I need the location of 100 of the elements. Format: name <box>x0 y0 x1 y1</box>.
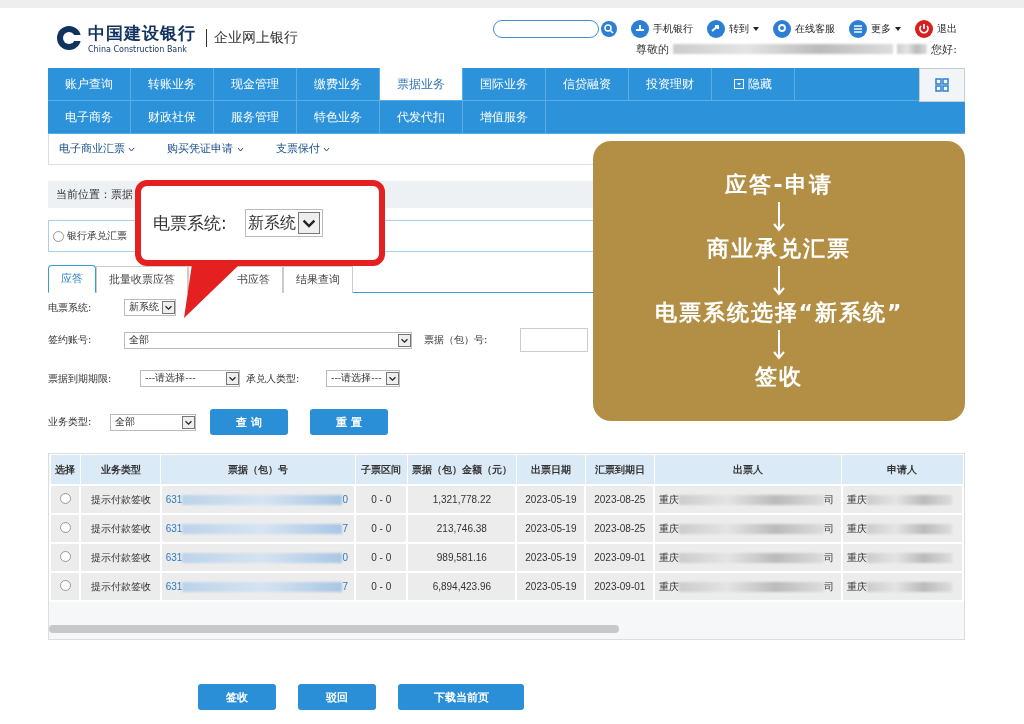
table-cell: 提示付款签收 <box>80 572 161 601</box>
subnav-link[interactable]: 电子商业汇票 <box>59 142 136 156</box>
grid-menu-button[interactable] <box>919 68 965 102</box>
header-link[interactable]: 退出 <box>915 19 957 38</box>
term-select[interactable]: ---请选择--- <box>140 370 240 387</box>
radio-button[interactable] <box>53 230 64 242</box>
caret-icon <box>162 301 175 314</box>
caret-icon <box>226 372 239 385</box>
nav-item[interactable]: 转账业务 <box>131 68 214 100</box>
nav-item[interactable]: 服务管理 <box>214 101 297 133</box>
reset-button[interactable]: 重 置 <box>310 409 388 435</box>
drawer-name: 重庆 司 <box>659 522 835 534</box>
arrow-down-icon <box>773 330 785 360</box>
greeting-text: 尊敬的 <box>636 41 670 57</box>
column-header: 出票人 <box>654 454 842 485</box>
query-button[interactable]: 查 询 <box>210 409 288 435</box>
applicant-name: 重庆 <box>846 522 952 534</box>
nav-item[interactable]: 隐藏 <box>712 68 795 100</box>
header-link[interactable]: 更多 <box>849 19 901 38</box>
table-cell: 提示付款签收 <box>80 514 161 543</box>
nav-item[interactable]: 特色业务 <box>297 101 380 133</box>
action-button[interactable]: 驳回 <box>298 684 376 710</box>
nav-item[interactable]: 票据业务 <box>380 68 463 100</box>
caret-icon <box>297 212 320 234</box>
table-cell: 213,746.38 <box>407 514 517 543</box>
applicant-name: 重庆 <box>846 580 952 592</box>
column-header: 票据（包）金额（元） <box>407 454 517 485</box>
header-link[interactable]: 在线客服 <box>773 19 835 38</box>
tab[interactable]: 批量收票应答 <box>96 266 188 293</box>
row-radio[interactable] <box>59 522 71 533</box>
table-cell: 提示付款签收 <box>80 543 161 572</box>
caret-icon <box>386 372 399 385</box>
nav-item[interactable]: 现金管理 <box>214 68 297 100</box>
column-header: 选择 <box>50 454 81 485</box>
table-cell: 2023-08-25 <box>585 514 655 543</box>
nav-item[interactable]: 电子商务 <box>48 101 131 133</box>
scrollbar[interactable] <box>49 625 619 633</box>
nav-item[interactable]: 代发代扣 <box>380 101 463 133</box>
nav-item[interactable]: 投资理财 <box>629 68 712 100</box>
drawer-name: 重庆 司 <box>659 493 835 505</box>
dropdown-icon <box>895 26 901 31</box>
callout-label: 电票系统: <box>153 211 227 235</box>
column-header: 票据（包）号 <box>160 454 356 485</box>
account-select[interactable]: 全部 <box>124 331 412 349</box>
header-link[interactable]: 手机银行 <box>631 19 693 38</box>
radio-label: 银行承兑汇票 <box>67 229 127 243</box>
system-select[interactable]: 新系统 <box>124 299 176 316</box>
table-cell: 6,894,423.96 <box>407 572 517 601</box>
download-icon <box>631 19 649 38</box>
nav-item[interactable]: 账户查询 <box>48 68 131 100</box>
field-label: 承兑人类型: <box>246 371 301 386</box>
table-cell: 提示付款签收 <box>80 485 161 514</box>
acceptor-select[interactable]: ---请选择--- <box>326 370 400 387</box>
column-header: 汇票到期日 <box>585 454 655 485</box>
drawer-name: 重庆 司 <box>659 551 835 563</box>
action-button[interactable]: 签收 <box>198 684 276 710</box>
power-icon <box>915 19 933 38</box>
search-icon[interactable] <box>601 20 617 37</box>
nav-item[interactable]: 国际业务 <box>463 68 546 100</box>
table-cell: 2023-05-19 <box>516 514 586 543</box>
nav-item[interactable]: 增值服务 <box>463 101 546 133</box>
bill-number-field[interactable] <box>520 328 588 352</box>
row-radio[interactable] <box>59 551 71 562</box>
drawer-name: 重庆 司 <box>659 580 835 592</box>
table-cell: 2023-08-25 <box>585 485 655 514</box>
grid-icon <box>935 78 949 92</box>
table-cell: 2023-05-19 <box>516 572 586 601</box>
caret-icon <box>323 147 331 152</box>
dropdown-icon <box>753 26 759 31</box>
list-icon <box>849 19 867 38</box>
step-text: 签收 <box>755 363 803 391</box>
tab[interactable]: 应答 <box>48 265 96 293</box>
table-cell: 0 - 0 <box>355 485 408 514</box>
header-link[interactable]: 转到 <box>707 19 759 38</box>
bank-logo-icon <box>56 25 82 51</box>
table-cell: 2023-05-19 <box>516 485 586 514</box>
bank-name-english: China Construction Bank <box>88 45 188 54</box>
arrow-down-icon <box>773 202 785 232</box>
row-radio[interactable] <box>59 580 71 591</box>
step-text: 商业承兑汇票 <box>707 235 851 263</box>
table-cell: 989,581.16 <box>407 543 517 572</box>
subnav-link[interactable]: 支票保付 <box>275 142 331 156</box>
action-button[interactable]: 下载当前页 <box>398 684 524 710</box>
search-field[interactable] <box>493 19 599 38</box>
step-text: 电票系统选择“新系统” <box>654 299 904 327</box>
nav-item[interactable]: 财政社保 <box>131 101 214 133</box>
applicant-name: 重庆 <box>846 493 952 505</box>
collapse-icon <box>734 79 744 89</box>
caret-icon <box>182 415 195 429</box>
caret-icon <box>236 147 244 152</box>
table-cell: 1,321,778.22 <box>407 485 517 514</box>
column-header: 子票区间 <box>355 454 408 485</box>
subnav-link[interactable]: 购买凭证申请 <box>167 142 244 156</box>
row-radio[interactable] <box>59 493 71 504</box>
tab[interactable]: 结果查询 <box>283 266 353 293</box>
business-type-select[interactable]: 全部 <box>110 413 196 431</box>
field-label: 票据到期期限: <box>48 371 113 386</box>
arrow-down-icon <box>773 266 785 296</box>
step-text: 应答-申请 <box>725 171 833 199</box>
nav-item[interactable]: 信贷融资 <box>546 68 629 100</box>
